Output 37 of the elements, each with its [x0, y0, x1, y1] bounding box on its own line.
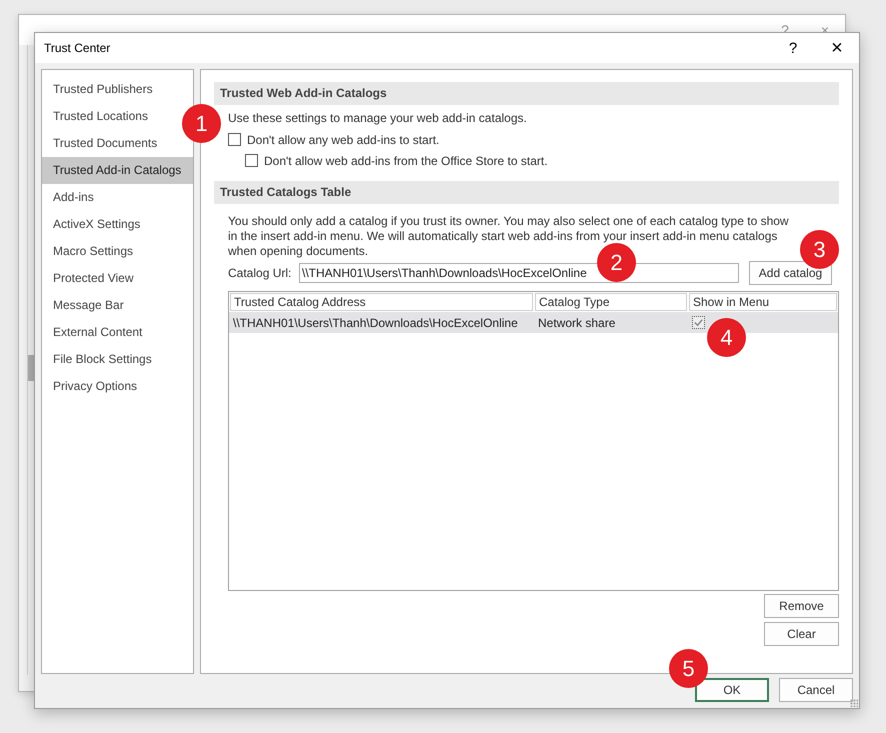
column-header[interactable]: Trusted Catalog Address — [230, 293, 533, 311]
help-button[interactable]: ? — [771, 40, 815, 56]
checkbox[interactable] — [228, 133, 241, 146]
sidebar-item[interactable]: ActiveX Settings — [42, 211, 144, 238]
field-label: Catalog Url: — [228, 266, 292, 280]
callout-badge: 4 — [707, 318, 746, 357]
sidebar-item[interactable]: File Block Settings — [42, 346, 156, 373]
dialog-title: Trust Center — [44, 41, 112, 55]
sidebar-item[interactable]: Trusted Publishers — [42, 76, 157, 103]
dialog-button[interactable]: OK — [695, 678, 769, 702]
column-header[interactable]: Show in Menu — [689, 293, 837, 311]
sidebar-item[interactable]: Add-ins — [42, 184, 98, 211]
table-cell-text: Network share — [537, 316, 616, 330]
sidebar-item[interactable]: Message Bar — [42, 292, 128, 319]
checkbox-label[interactable]: Don't allow any web add-ins to start. — [247, 132, 440, 146]
sidebar-item[interactable]: Privacy Options — [42, 373, 142, 400]
sidebar-item[interactable]: Trusted Locations — [42, 103, 152, 130]
checkbox-label[interactable]: Don't allow web add-ins from the Office Store to start. — [264, 154, 548, 168]
dialog-button[interactable]: Cancel — [779, 678, 853, 702]
close-button[interactable]: × — [815, 36, 859, 60]
sidebar-item[interactable]: External Content — [42, 319, 146, 346]
table-cell-text: \\THANH01\Users\Thanh\Downloads\HocExcelOnline — [232, 316, 519, 330]
section-heading: Trusted Catalogs Table — [214, 181, 839, 204]
intro-text: Use these settings to manage your web add-in catalogs. — [228, 111, 528, 125]
resize-grip-icon — [850, 699, 858, 707]
callout-badge: 3 — [800, 230, 839, 269]
table-action-button[interactable]: Clear — [764, 622, 839, 646]
column-header[interactable]: Catalog Type — [535, 293, 687, 311]
sidebar-item[interactable]: Trusted Add-in Catalogs — [42, 157, 193, 184]
add-catalog-button[interactable]: Add catalog — [749, 261, 832, 285]
section-heading: Trusted Web Add-in Catalogs — [214, 82, 839, 105]
checkbox[interactable] — [692, 316, 705, 328]
table-action-button[interactable]: Remove — [764, 594, 839, 618]
sidebar-item[interactable]: Macro Settings — [42, 238, 138, 265]
sidebar-item[interactable]: Protected View — [42, 265, 138, 292]
checkbox[interactable] — [245, 154, 258, 167]
sidebar-item[interactable]: Trusted Documents — [42, 130, 162, 157]
